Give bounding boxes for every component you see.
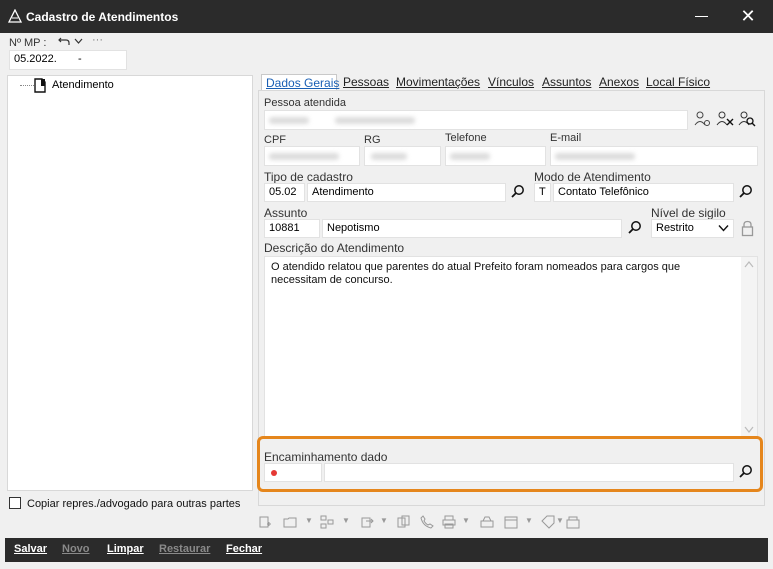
assunto-search-icon[interactable]: [627, 220, 643, 236]
sigilo-select[interactable]: Restrito: [651, 219, 734, 238]
tree-view[interactable]: Atendimento: [7, 75, 253, 491]
folder-dropdown-icon[interactable]: ▼: [305, 516, 313, 525]
title-bar: Cadastro de Atendimentos ✕: [0, 0, 773, 33]
tipo-value-field[interactable]: Atendimento: [307, 183, 506, 202]
undo-icon[interactable]: [58, 36, 70, 46]
copy-icon[interactable]: [397, 515, 411, 529]
modo-code-field[interactable]: T: [534, 183, 551, 202]
assunto-code-field[interactable]: 10881: [264, 219, 320, 238]
app-logo-icon: [8, 9, 22, 23]
encaminhamento-label: Encaminhamento dado: [264, 450, 388, 464]
assunto-value-field[interactable]: Nepotismo: [322, 219, 622, 238]
restaurar-button[interactable]: Restaurar: [159, 543, 210, 555]
tree-item-atendimento[interactable]: Atendimento: [52, 79, 114, 91]
minimize-button[interactable]: [690, 6, 714, 26]
scroll-up-icon[interactable]: [744, 261, 754, 268]
close-button[interactable]: ✕: [736, 6, 760, 26]
descricao-label: Descrição do Atendimento: [264, 241, 405, 255]
transfer-icon[interactable]: [360, 515, 374, 529]
encaminhamento-search-icon[interactable]: [738, 464, 754, 480]
modo-value-field[interactable]: Contato Telefônico: [553, 183, 734, 202]
descricao-scrollbar[interactable]: [741, 257, 757, 437]
required-dot: [271, 470, 277, 476]
encaminhamento-code-field[interactable]: [264, 463, 322, 482]
tipo-search-icon[interactable]: [510, 184, 526, 200]
remove-person-icon[interactable]: [716, 110, 734, 128]
tag-dropdown-icon[interactable]: ▼: [556, 516, 564, 525]
mp-label: Nº MP :: [9, 37, 47, 49]
window-title: Cadastro de Atendimentos: [26, 10, 179, 24]
tab-anexos[interactable]: Anexos: [595, 74, 641, 90]
hierarchy-icon[interactable]: [320, 515, 334, 529]
cpf-label: CPF: [264, 134, 286, 146]
more-icon[interactable]: ···: [92, 34, 103, 46]
add-document-icon[interactable]: [258, 515, 272, 529]
pessoa-field[interactable]: [264, 110, 688, 130]
sigilo-value: Restrito: [656, 222, 694, 234]
lock-icon[interactable]: [741, 220, 754, 237]
print-dropdown-icon[interactable]: ▼: [462, 516, 470, 525]
email-label: E-mail: [550, 132, 582, 144]
mp-number-value: 05.2022.: [14, 53, 57, 65]
person-search-icon[interactable]: [694, 110, 712, 128]
tipo-code-field[interactable]: 05.02: [264, 183, 305, 202]
mp-number-field[interactable]: 05.2022. -: [9, 50, 127, 70]
bottom-action-bar: Salvar Novo Limpar Restaurar Fechar: [5, 538, 768, 562]
tab-assuntos[interactable]: Assuntos: [538, 74, 594, 90]
copiar-checkbox-label[interactable]: Copiar repres./advogado para outras part…: [27, 498, 240, 510]
tag-icon[interactable]: [541, 515, 555, 529]
scanner-icon[interactable]: [480, 515, 494, 529]
pessoa-label: Pessoa atendida: [264, 97, 346, 109]
salvar-button[interactable]: Salvar: [14, 543, 47, 555]
scroll-down-icon[interactable]: [744, 426, 754, 433]
tab-pessoas[interactable]: Pessoas: [339, 74, 391, 90]
encaminhamento-value-field[interactable]: [324, 463, 734, 482]
modo-label: Modo de Atendimento: [534, 170, 651, 184]
mp-number-suffix: -: [78, 53, 82, 65]
fechar-button[interactable]: Fechar: [226, 543, 262, 555]
chevron-down-icon: [718, 225, 729, 232]
descricao-textarea[interactable]: O atendido relatou que parentes do atual…: [264, 256, 758, 438]
telefone-field[interactable]: [445, 146, 546, 166]
limpar-button[interactable]: Limpar: [107, 543, 144, 555]
tipo-label: Tipo de cadastro: [264, 170, 353, 184]
descricao-text: O atendido relatou que parentes do atual…: [271, 261, 681, 286]
modo-search-icon[interactable]: [738, 184, 754, 200]
sigilo-label: Nível de sigilo: [651, 206, 726, 220]
print-icon[interactable]: [442, 515, 456, 529]
person-lookup-icon[interactable]: [738, 110, 756, 128]
copiar-checkbox[interactable]: [9, 497, 21, 509]
chevron-down-icon[interactable]: [74, 37, 83, 45]
tab-local-fisico[interactable]: Local Físico: [642, 74, 710, 90]
tab-dados-gerais[interactable]: Dados Gerais: [261, 74, 339, 91]
transfer-dropdown-icon[interactable]: ▼: [380, 516, 388, 525]
email-field[interactable]: [550, 146, 758, 166]
tab-vinculos[interactable]: Vínculos: [484, 74, 538, 90]
document-icon: [34, 78, 46, 93]
calendar-icon[interactable]: [504, 515, 518, 529]
phone-icon[interactable]: [420, 515, 434, 529]
cpf-field[interactable]: [264, 146, 360, 166]
hierarchy-dropdown-icon[interactable]: ▼: [342, 516, 350, 525]
novo-button[interactable]: Novo: [62, 543, 90, 555]
rg-label: RG: [364, 134, 381, 146]
calendar-dropdown-icon[interactable]: ▼: [525, 516, 533, 525]
telefone-label: Telefone: [445, 132, 487, 144]
folder-icon[interactable]: [283, 515, 297, 529]
archive-icon[interactable]: [566, 515, 580, 529]
rg-field[interactable]: [364, 146, 441, 166]
tab-movimentacoes[interactable]: Movimentações: [392, 74, 482, 90]
assunto-label: Assunto: [264, 206, 308, 220]
